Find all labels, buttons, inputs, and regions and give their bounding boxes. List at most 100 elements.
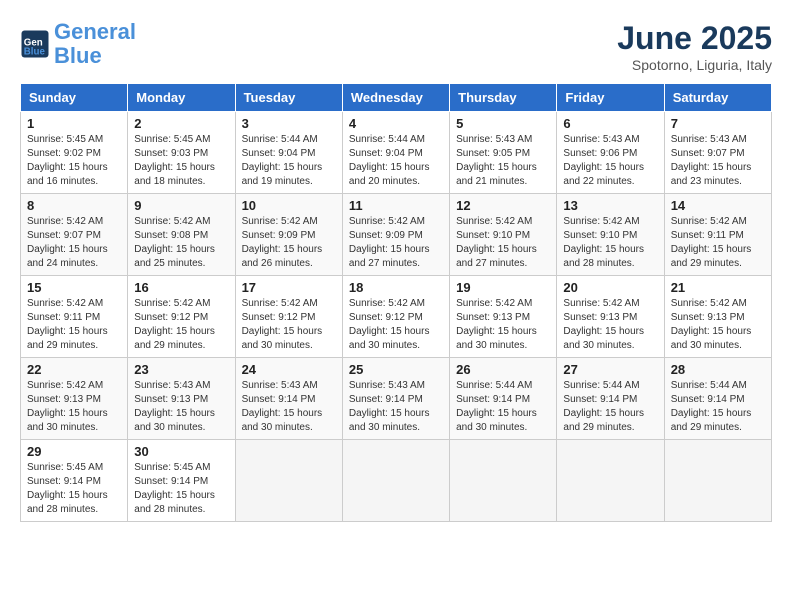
calendar-day-cell: 16 Sunrise: 5:42 AMSunset: 9:12 PMDaylig… [128, 276, 235, 358]
day-number: 24 [242, 362, 336, 377]
day-number: 3 [242, 116, 336, 131]
calendar-week-row: 1 Sunrise: 5:45 AMSunset: 9:02 PMDayligh… [21, 112, 772, 194]
day-number: 16 [134, 280, 228, 295]
day-info: Sunrise: 5:44 AMSunset: 9:14 PMDaylight:… [456, 379, 550, 435]
day-number: 23 [134, 362, 228, 377]
day-number: 21 [671, 280, 765, 295]
calendar-week-row: 29 Sunrise: 5:45 AMSunset: 9:14 PMDaylig… [21, 440, 772, 522]
calendar-day-cell: 1 Sunrise: 5:45 AMSunset: 9:02 PMDayligh… [21, 112, 128, 194]
calendar-day-cell: 29 Sunrise: 5:45 AMSunset: 9:14 PMDaylig… [21, 440, 128, 522]
day-info: Sunrise: 5:44 AMSunset: 9:14 PMDaylight:… [671, 379, 765, 435]
calendar-day-cell: 13 Sunrise: 5:42 AMSunset: 9:10 PMDaylig… [557, 194, 664, 276]
day-number: 5 [456, 116, 550, 131]
location-subtitle: Spotorno, Liguria, Italy [617, 57, 772, 73]
day-number: 27 [563, 362, 657, 377]
calendar-day-cell: 24 Sunrise: 5:43 AMSunset: 9:14 PMDaylig… [235, 358, 342, 440]
calendar-day-cell: 27 Sunrise: 5:44 AMSunset: 9:14 PMDaylig… [557, 358, 664, 440]
calendar-day-cell [450, 440, 557, 522]
day-number: 18 [349, 280, 443, 295]
calendar-day-cell: 6 Sunrise: 5:43 AMSunset: 9:06 PMDayligh… [557, 112, 664, 194]
day-number: 17 [242, 280, 336, 295]
calendar-day-cell: 7 Sunrise: 5:43 AMSunset: 9:07 PMDayligh… [664, 112, 771, 194]
calendar-day-cell: 12 Sunrise: 5:42 AMSunset: 9:10 PMDaylig… [450, 194, 557, 276]
day-number: 11 [349, 198, 443, 213]
day-number: 22 [27, 362, 121, 377]
day-number: 14 [671, 198, 765, 213]
calendar-day-cell: 19 Sunrise: 5:42 AMSunset: 9:13 PMDaylig… [450, 276, 557, 358]
day-of-week-header: Thursday [450, 84, 557, 112]
day-number: 10 [242, 198, 336, 213]
day-number: 29 [27, 444, 121, 459]
calendar-week-row: 22 Sunrise: 5:42 AMSunset: 9:13 PMDaylig… [21, 358, 772, 440]
day-info: Sunrise: 5:45 AMSunset: 9:03 PMDaylight:… [134, 133, 228, 189]
day-info: Sunrise: 5:42 AMSunset: 9:10 PMDaylight:… [563, 215, 657, 271]
day-info: Sunrise: 5:42 AMSunset: 9:13 PMDaylight:… [27, 379, 121, 435]
day-info: Sunrise: 5:42 AMSunset: 9:09 PMDaylight:… [242, 215, 336, 271]
day-number: 4 [349, 116, 443, 131]
day-info: Sunrise: 5:42 AMSunset: 9:12 PMDaylight:… [242, 297, 336, 353]
calendar-table: SundayMondayTuesdayWednesdayThursdayFrid… [20, 83, 772, 522]
day-info: Sunrise: 5:44 AMSunset: 9:14 PMDaylight:… [563, 379, 657, 435]
calendar-day-cell: 5 Sunrise: 5:43 AMSunset: 9:05 PMDayligh… [450, 112, 557, 194]
calendar-day-cell [342, 440, 449, 522]
calendar-week-row: 8 Sunrise: 5:42 AMSunset: 9:07 PMDayligh… [21, 194, 772, 276]
day-of-week-header: Monday [128, 84, 235, 112]
calendar-day-cell: 21 Sunrise: 5:42 AMSunset: 9:13 PMDaylig… [664, 276, 771, 358]
day-info: Sunrise: 5:43 AMSunset: 9:14 PMDaylight:… [349, 379, 443, 435]
logo: Gen Blue GeneralBlue [20, 20, 136, 68]
calendar-day-cell: 25 Sunrise: 5:43 AMSunset: 9:14 PMDaylig… [342, 358, 449, 440]
day-info: Sunrise: 5:42 AMSunset: 9:11 PMDaylight:… [27, 297, 121, 353]
day-number: 20 [563, 280, 657, 295]
day-of-week-header: Tuesday [235, 84, 342, 112]
calendar-day-cell: 30 Sunrise: 5:45 AMSunset: 9:14 PMDaylig… [128, 440, 235, 522]
day-info: Sunrise: 5:43 AMSunset: 9:13 PMDaylight:… [134, 379, 228, 435]
svg-text:Blue: Blue [24, 47, 46, 58]
calendar-day-cell [235, 440, 342, 522]
day-info: Sunrise: 5:42 AMSunset: 9:12 PMDaylight:… [349, 297, 443, 353]
day-of-week-header: Sunday [21, 84, 128, 112]
calendar-day-cell: 20 Sunrise: 5:42 AMSunset: 9:13 PMDaylig… [557, 276, 664, 358]
day-number: 28 [671, 362, 765, 377]
day-info: Sunrise: 5:44 AMSunset: 9:04 PMDaylight:… [242, 133, 336, 189]
calendar-day-cell: 23 Sunrise: 5:43 AMSunset: 9:13 PMDaylig… [128, 358, 235, 440]
calendar-day-cell [557, 440, 664, 522]
page-header: Gen Blue GeneralBlue June 2025 Spotorno,… [20, 20, 772, 73]
calendar-week-row: 15 Sunrise: 5:42 AMSunset: 9:11 PMDaylig… [21, 276, 772, 358]
calendar-day-cell: 28 Sunrise: 5:44 AMSunset: 9:14 PMDaylig… [664, 358, 771, 440]
calendar-day-cell: 10 Sunrise: 5:42 AMSunset: 9:09 PMDaylig… [235, 194, 342, 276]
calendar-day-cell: 17 Sunrise: 5:42 AMSunset: 9:12 PMDaylig… [235, 276, 342, 358]
day-info: Sunrise: 5:42 AMSunset: 9:13 PMDaylight:… [563, 297, 657, 353]
calendar-day-cell: 11 Sunrise: 5:42 AMSunset: 9:09 PMDaylig… [342, 194, 449, 276]
calendar-day-cell: 14 Sunrise: 5:42 AMSunset: 9:11 PMDaylig… [664, 194, 771, 276]
calendar-day-cell: 8 Sunrise: 5:42 AMSunset: 9:07 PMDayligh… [21, 194, 128, 276]
day-of-week-header: Friday [557, 84, 664, 112]
day-info: Sunrise: 5:43 AMSunset: 9:07 PMDaylight:… [671, 133, 765, 189]
day-info: Sunrise: 5:45 AMSunset: 9:14 PMDaylight:… [134, 461, 228, 517]
day-number: 9 [134, 198, 228, 213]
day-info: Sunrise: 5:43 AMSunset: 9:06 PMDaylight:… [563, 133, 657, 189]
day-info: Sunrise: 5:42 AMSunset: 9:13 PMDaylight:… [671, 297, 765, 353]
day-number: 30 [134, 444, 228, 459]
day-number: 26 [456, 362, 550, 377]
day-info: Sunrise: 5:42 AMSunset: 9:13 PMDaylight:… [456, 297, 550, 353]
calendar-day-cell: 9 Sunrise: 5:42 AMSunset: 9:08 PMDayligh… [128, 194, 235, 276]
day-number: 25 [349, 362, 443, 377]
calendar-day-cell: 4 Sunrise: 5:44 AMSunset: 9:04 PMDayligh… [342, 112, 449, 194]
day-of-week-header: Wednesday [342, 84, 449, 112]
day-info: Sunrise: 5:42 AMSunset: 9:09 PMDaylight:… [349, 215, 443, 271]
day-info: Sunrise: 5:42 AMSunset: 9:08 PMDaylight:… [134, 215, 228, 271]
calendar-day-cell: 2 Sunrise: 5:45 AMSunset: 9:03 PMDayligh… [128, 112, 235, 194]
calendar-day-cell: 18 Sunrise: 5:42 AMSunset: 9:12 PMDaylig… [342, 276, 449, 358]
logo-text: GeneralBlue [54, 20, 136, 68]
day-info: Sunrise: 5:45 AMSunset: 9:02 PMDaylight:… [27, 133, 121, 189]
day-info: Sunrise: 5:42 AMSunset: 9:11 PMDaylight:… [671, 215, 765, 271]
day-number: 8 [27, 198, 121, 213]
calendar-day-cell: 26 Sunrise: 5:44 AMSunset: 9:14 PMDaylig… [450, 358, 557, 440]
calendar-header-row: SundayMondayTuesdayWednesdayThursdayFrid… [21, 84, 772, 112]
day-info: Sunrise: 5:44 AMSunset: 9:04 PMDaylight:… [349, 133, 443, 189]
day-number: 2 [134, 116, 228, 131]
calendar-day-cell [664, 440, 771, 522]
day-info: Sunrise: 5:45 AMSunset: 9:14 PMDaylight:… [27, 461, 121, 517]
calendar-day-cell: 3 Sunrise: 5:44 AMSunset: 9:04 PMDayligh… [235, 112, 342, 194]
title-block: June 2025 Spotorno, Liguria, Italy [617, 20, 772, 73]
